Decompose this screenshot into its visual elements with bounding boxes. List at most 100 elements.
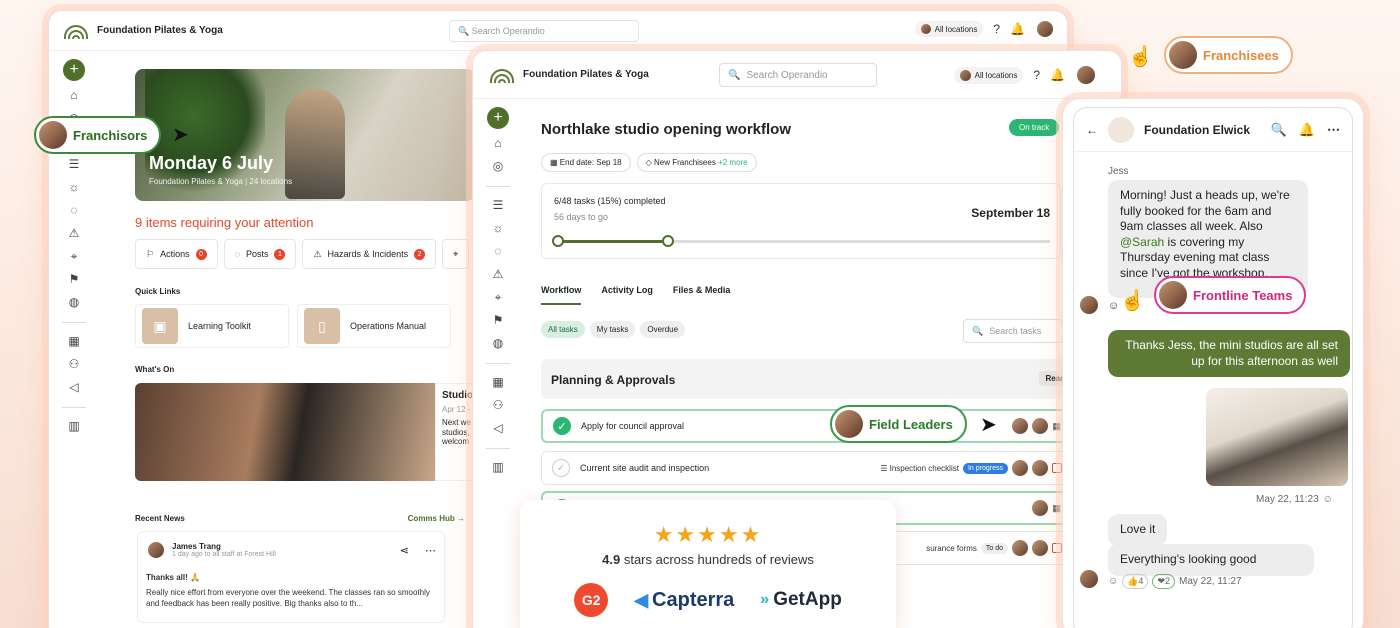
check-icon[interactable]: ✓ — [552, 459, 570, 477]
flag-icon[interactable]: ⚑ — [493, 313, 504, 329]
announce-icon[interactable]: ◁ — [493, 421, 502, 437]
people-icon[interactable]: ⚇ — [69, 357, 80, 373]
chat-icon[interactable]: ◌ — [70, 203, 77, 219]
idea-icon[interactable]: ☼ — [69, 180, 80, 196]
field-leaders-callout: Field Leaders — [830, 405, 967, 443]
help-icon[interactable]: ? — [1033, 68, 1040, 82]
share-icon[interactable]: ⋖ — [400, 544, 409, 557]
reports-icon[interactable]: ▥ — [492, 460, 503, 476]
hazards-chip[interactable]: ⚠ Hazards & Incidents 2 — [302, 239, 437, 269]
search-input[interactable]: 🔍 Search Operandio — [449, 20, 639, 42]
check-icon[interactable]: ✓ — [553, 417, 571, 435]
bell-icon[interactable]: 🔔 — [1010, 22, 1025, 36]
back-icon[interactable]: ← — [1086, 123, 1098, 137]
support-icon[interactable]: ◍ — [69, 295, 79, 311]
tags-pill[interactable]: ◇ New Franchisees +2 more — [636, 153, 757, 172]
filter-overdue[interactable]: Overdue — [640, 321, 686, 338]
actions-chip[interactable]: ⚐ Actions 0 — [135, 239, 218, 269]
learning-icon[interactable]: ⌖ — [495, 290, 502, 306]
progress-handle[interactable] — [662, 235, 675, 247]
rating-text: 4.9 stars across hundreds of reviews — [602, 552, 814, 567]
filter-mine[interactable]: My tasks — [589, 321, 636, 338]
flag-icon[interactable]: ⚑ — [69, 272, 80, 288]
calendar-icon[interactable]: ▦ — [68, 334, 79, 350]
location-selector[interactable]: All locations — [953, 66, 1024, 84]
user-avatar[interactable] — [1075, 64, 1097, 86]
idea-icon[interactable]: ☼ — [493, 221, 504, 237]
group-header[interactable]: Planning & Approvals Read — [541, 359, 1071, 399]
author-avatar — [146, 540, 166, 560]
tasks-icon[interactable]: ☰ — [69, 157, 80, 173]
home-icon[interactable]: ⌂ — [494, 136, 501, 152]
sender-avatar — [1078, 568, 1100, 590]
user-icon[interactable]: ◎ — [493, 159, 503, 175]
tab-files-media[interactable]: Files & Media — [673, 285, 731, 305]
calendar-icon[interactable]: ▦ — [492, 375, 503, 391]
tasks-icon[interactable]: ☰ — [493, 198, 504, 214]
hazard-icon[interactable]: ⚠ — [69, 226, 80, 242]
quick-link-operations[interactable]: ▯ Operations Manual — [297, 304, 451, 348]
reports-icon[interactable]: ▥ — [68, 419, 79, 435]
franchisees-avatar — [1169, 41, 1197, 69]
recent-news-header: Recent News Comms Hub → — [135, 514, 465, 523]
brand-name: Foundation Pilates & Yoga — [523, 69, 649, 80]
location-selector[interactable]: All locations — [914, 21, 984, 37]
reaction-heart[interactable]: ❤2 — [1152, 574, 1175, 589]
task-search-input[interactable]: 🔍 Search tasks — [963, 319, 1063, 343]
create-button[interactable]: + — [487, 107, 509, 129]
search-icon: 🔍 — [972, 325, 984, 336]
create-button[interactable]: + — [63, 59, 85, 81]
more-icon[interactable]: ⋯ — [1327, 122, 1340, 138]
task-row[interactable]: ✓ Current site audit and inspection ☰ In… — [541, 451, 1071, 485]
home-icon[interactable]: ⌂ — [70, 88, 77, 104]
comms-hub-link[interactable]: Comms Hub → — [408, 514, 465, 523]
studio-photo[interactable] — [1206, 388, 1348, 486]
franchisees-callout: Franchisees — [1164, 36, 1293, 74]
search-icon: 🔍 — [458, 25, 470, 36]
reaction-thumbs[interactable]: 👍4 — [1122, 574, 1149, 589]
user-avatar[interactable] — [1035, 19, 1055, 39]
posts-chip[interactable]: ◌ Posts 1 — [223, 239, 297, 269]
task-filters: All tasks My tasks Overdue — [541, 321, 686, 338]
hand-cursor-icon: ☝ — [1120, 290, 1145, 312]
franchisors-callout: Franchisors — [34, 116, 162, 154]
hazard-icon[interactable]: ⚠ — [493, 267, 504, 283]
sender-name: Jess — [1108, 166, 1129, 177]
message-bubble[interactable]: Everything's looking good — [1108, 544, 1314, 576]
attention-heading: 9 items requiring your attention — [135, 215, 314, 230]
search-input[interactable]: 🔍 Search Operandio — [719, 63, 877, 87]
help-icon[interactable]: ? — [993, 22, 1000, 36]
checklist-link[interactable]: ☰ Inspection checklist — [880, 464, 959, 473]
tab-workflow[interactable]: Workflow — [541, 285, 582, 305]
progress-fill — [554, 240, 669, 243]
getapp-logo: » GetApp — [760, 589, 842, 610]
announce-icon[interactable]: ◁ — [69, 380, 78, 396]
rail-divider — [62, 322, 86, 323]
end-date-pill[interactable]: ▦ End date: Sep 18 — [541, 153, 631, 172]
bell-icon[interactable]: 🔔 — [1299, 122, 1315, 138]
reviews-card: ★★★★★ 4.9 stars across hundreds of revie… — [520, 500, 896, 628]
learning-chip[interactable]: ⌖ — [442, 239, 470, 269]
message-bubble[interactable]: Love it — [1108, 514, 1168, 546]
people-icon[interactable]: ⚇ — [493, 398, 504, 414]
more-icon[interactable]: ⋯ — [425, 544, 436, 557]
tab-activity-log[interactable]: Activity Log — [601, 285, 653, 305]
message-bubble[interactable]: Thanks Jess, the mini studios are all se… — [1108, 330, 1350, 378]
top-bar: Foundation Pilates & Yoga 🔍 Search Opera… — [49, 11, 1067, 51]
progress-bar — [552, 235, 1050, 247]
support-icon[interactable]: ◍ — [493, 336, 503, 352]
chat-icon[interactable]: ◌ — [494, 244, 501, 260]
emoji-react-icon[interactable]: ☺ — [1323, 494, 1333, 505]
learning-icon[interactable]: ⌖ — [71, 249, 78, 265]
news-card[interactable]: James Trang 1 day ago to all staff at Fo… — [137, 531, 445, 623]
bell-icon[interactable]: 🔔 — [1050, 68, 1065, 82]
search-icon[interactable]: 🔍 — [1271, 122, 1287, 138]
calendar-icon — [1052, 543, 1062, 553]
emoji-react-icon[interactable]: ☺ — [1108, 576, 1118, 587]
star-rating: ★★★★★ — [653, 522, 763, 547]
emoji-react-icon[interactable]: ☺ — [1108, 300, 1119, 312]
quick-link-learning[interactable]: ▣ Learning Toolkit — [135, 304, 289, 348]
review-logos: G2 ◀ Capterra » GetApp — [520, 583, 896, 617]
group-avatar — [1108, 116, 1134, 143]
filter-all[interactable]: All tasks — [541, 321, 585, 338]
